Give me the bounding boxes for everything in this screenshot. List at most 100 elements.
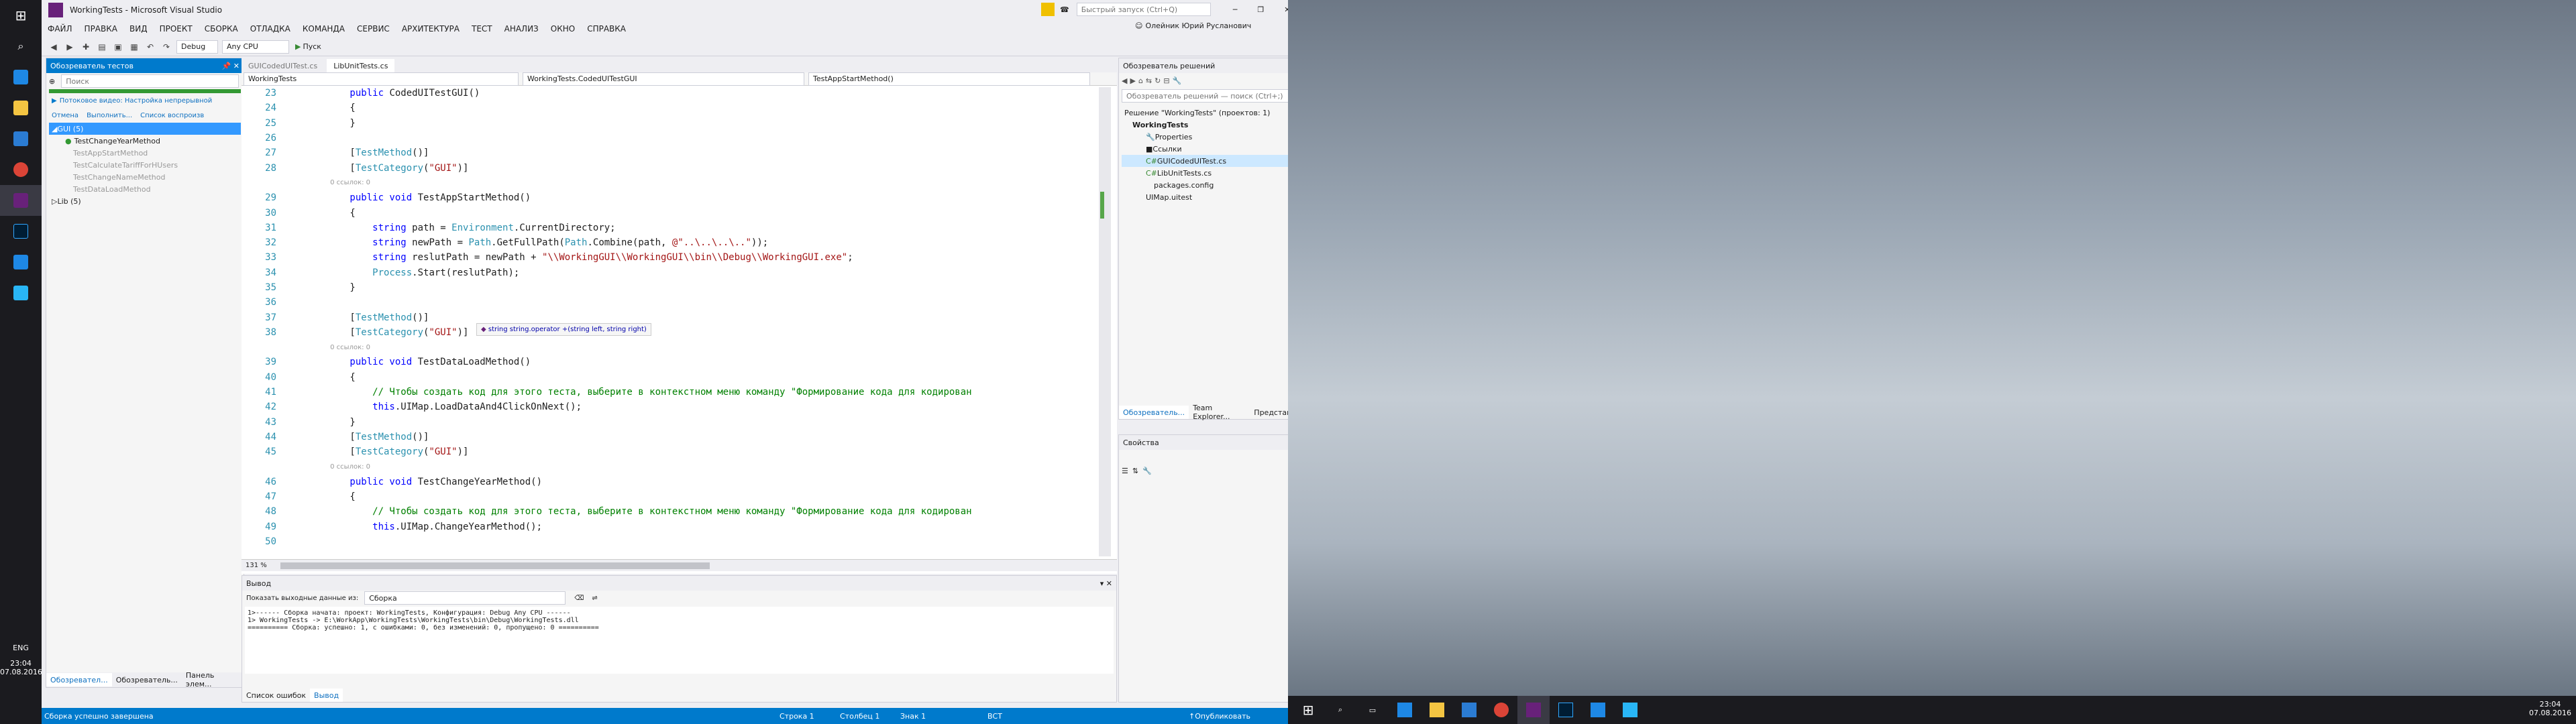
run-icon[interactable]: ⊕ (49, 77, 55, 86)
output-text[interactable]: 1>------ Сборка начата: проект: WorkingT… (245, 607, 1114, 674)
code-line[interactable]: 26 (248, 131, 1117, 145)
tab-guicodeduitest[interactable]: GUICodedUITest.cs (241, 59, 324, 72)
menu-file[interactable]: ФАЙЛ (42, 24, 78, 34)
app-icon[interactable] (0, 247, 42, 278)
visualstudio-icon[interactable] (1517, 696, 1550, 724)
start-button[interactable]: ⊞ (0, 0, 42, 31)
test-item[interactable]: TestDataLoadMethod (49, 183, 241, 195)
chrome-icon[interactable] (1485, 703, 1517, 717)
alphabetical-icon[interactable]: ⇅ (1132, 467, 1138, 475)
code-line[interactable]: 25 } (248, 116, 1117, 131)
undo-icon[interactable]: ↶ (144, 40, 157, 54)
menu-build[interactable]: СБОРКА (199, 24, 244, 34)
nav-class-dropdown[interactable]: WorkingTests.CodedUITestGUI (523, 72, 804, 86)
zoom-level[interactable]: 131 % (241, 562, 271, 569)
code-line[interactable]: 42 this .UIMap.LoadDataAnd4ClickOnNext(); (248, 400, 1117, 414)
code-line[interactable]: 50 (248, 534, 1117, 549)
menu-window[interactable]: ОКНО (545, 24, 581, 34)
code-line[interactable]: 41 // Чтобы создать код для этого теста,… (248, 385, 1117, 400)
run-dropdown[interactable]: Выполнить... (87, 112, 132, 119)
photoshop-icon[interactable] (1550, 703, 1582, 717)
maximize-button[interactable]: ❐ (1257, 5, 1264, 14)
test-group-gui[interactable]: ◢ GUI (5) (49, 123, 241, 135)
filter-icon[interactable] (1041, 3, 1055, 16)
back-icon[interactable]: ◀ (47, 40, 60, 54)
app-icon[interactable] (1582, 703, 1614, 717)
code-line[interactable]: 46 public void TestChangeYearMethod() (248, 475, 1117, 489)
tab-test-explorer[interactable]: Обозревател... (46, 673, 112, 686)
menu-project[interactable]: ПРОЕКТ (154, 24, 199, 34)
clear-icon[interactable]: ⌫ (574, 595, 584, 602)
menu-view[interactable]: ВИД (123, 24, 154, 34)
nav-project-dropdown[interactable]: WorkingTests (244, 72, 519, 86)
code-line[interactable]: 33 string reslutPath = newPath + "\\Work… (248, 250, 1117, 265)
minimize-button[interactable]: ─ (1233, 5, 1238, 14)
stream-link[interactable]: Потоковое видео: Настройка непрерывной (60, 97, 213, 105)
code-lines[interactable]: 23 public CodedUITestGUI() 24 {25 } 26 27 [… (241, 86, 1117, 551)
cancel-link[interactable]: Отмена (52, 112, 78, 119)
code-line[interactable]: 45 [TestCategory("GUI")] (248, 444, 1117, 459)
code-line[interactable]: 43 } (248, 415, 1117, 430)
test-item[interactable]: ● TestChangeYearMethod (49, 135, 241, 147)
menu-test[interactable]: ТЕСТ (466, 24, 498, 34)
code-line[interactable]: 38 [TestCategory("GUI")] (248, 325, 1117, 340)
search-icon[interactable]: ⌕ (0, 31, 42, 62)
photoshop-icon[interactable] (0, 216, 42, 247)
test-explorer-title[interactable]: Обозреватель тестов 📌 ✕ (46, 58, 244, 73)
redo-icon[interactable]: ↷ (160, 40, 173, 54)
store-icon[interactable] (1453, 703, 1485, 717)
pin-icon[interactable]: 📌 ✕ (222, 62, 239, 70)
code-line[interactable]: 32 string newPath = Path .GetFullPath(Pat… (248, 235, 1117, 250)
categorized-icon[interactable]: ☰ (1122, 467, 1128, 475)
config-dropdown[interactable]: Debug (176, 40, 218, 54)
code-line[interactable]: 37 [TestMethod()] (248, 310, 1117, 324)
back-icon[interactable]: ◀ (1122, 76, 1127, 85)
code-line[interactable]: 0 ссылок: 0 (248, 340, 1117, 355)
menu-architecture[interactable]: АРХИТЕКТУРА (396, 24, 466, 34)
code-line[interactable]: 40 { (248, 370, 1117, 385)
start-button[interactable]: ▶ Пуск (295, 42, 321, 51)
vertical-scrollbar[interactable] (1099, 87, 1111, 556)
output-title-bar[interactable]: Вывод ▾ ✕ (242, 576, 1116, 591)
code-line[interactable]: 24 { (248, 101, 1117, 115)
code-line[interactable]: 49 this .UIMap.ChangeYearMethod(); (248, 520, 1117, 534)
menu-team[interactable]: КОМАНДА (297, 24, 351, 34)
code-line[interactable]: 34 Process .Start(reslutPath); (248, 265, 1117, 280)
menu-analyze[interactable]: АНАЛИЗ (498, 24, 545, 34)
tab-error-list[interactable]: Список ошибок (242, 688, 310, 702)
tab-libunittests[interactable]: LibUnitTests.cs (327, 59, 395, 72)
forward-icon[interactable]: ▶ (1130, 76, 1135, 85)
explorer-icon[interactable] (0, 93, 42, 123)
output-source-dropdown[interactable]: Сборка (364, 591, 566, 605)
tab-toolbox[interactable]: Панель элем... (182, 671, 244, 688)
test-item[interactable]: TestAppStartMethod (49, 147, 241, 159)
code-line[interactable]: 48 // Чтобы создать код для этого теста,… (248, 504, 1117, 519)
horizontal-scrollbar[interactable] (280, 562, 710, 569)
code-line[interactable]: 29 public void TestAppStartMethod() (248, 190, 1117, 205)
home-icon[interactable]: ⌂ (1138, 76, 1143, 85)
code-line[interactable]: 30 { (248, 205, 1117, 220)
code-line[interactable]: 51 } (248, 549, 1117, 551)
menu-help[interactable]: СПРАВКА (581, 24, 632, 34)
start-button[interactable]: ⊞ (1292, 702, 1324, 718)
edge-icon[interactable] (0, 62, 42, 93)
nav-member-dropdown[interactable]: TestAppStartMethod() (808, 72, 1090, 86)
code-line[interactable]: 35 } (248, 280, 1117, 295)
menu-debug[interactable]: ОТЛАДКА (244, 24, 297, 34)
collapse-icon[interactable]: ⊟ (1163, 76, 1169, 85)
save-icon[interactable]: ▣ (111, 40, 125, 54)
publish-button[interactable]: Опубликовать (1195, 712, 1250, 721)
refresh-icon[interactable]: ↻ (1155, 76, 1161, 85)
tab-solution-explorer[interactable]: Обозреватель... (112, 673, 182, 686)
task-view-icon[interactable]: ▭ (1356, 706, 1389, 715)
code-line[interactable]: 47 { (248, 489, 1117, 504)
code-line[interactable]: 39 public void TestDataLoadMethod() (248, 355, 1117, 369)
tab-team-explorer[interactable]: Team Explorer... (1189, 404, 1250, 421)
store-icon[interactable] (0, 123, 42, 154)
code-line[interactable]: 36 (248, 295, 1117, 310)
edge-icon[interactable] (1389, 703, 1421, 717)
code-line[interactable]: 0 ссылок: 0 (248, 176, 1117, 190)
platform-dropdown[interactable]: Any CPU (222, 40, 289, 54)
test-search-input[interactable]: Поиск (61, 74, 239, 88)
language-indicator[interactable]: ENG (0, 644, 42, 652)
